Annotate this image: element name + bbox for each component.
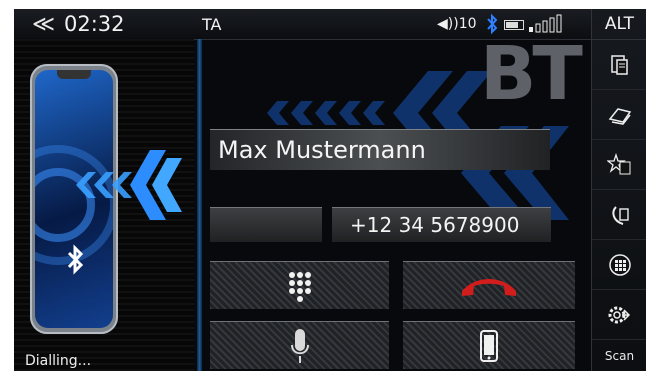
- phone-number: +12 34 5678900: [350, 213, 520, 237]
- traffic-announcement-label: TA: [202, 15, 222, 34]
- settings-icon: [608, 306, 630, 323]
- phone-notch: [57, 70, 91, 79]
- handset-transfer-button[interactable]: [403, 321, 575, 369]
- recent-calls-icon: [611, 205, 629, 225]
- favorites-button[interactable]: [592, 140, 646, 190]
- scan-button[interactable]: Scan: [592, 340, 646, 371]
- keypad-button[interactable]: [210, 261, 389, 309]
- recent-calls-button[interactable]: [592, 190, 646, 240]
- phonebook-button[interactable]: [592, 40, 646, 90]
- battery-icon: [504, 20, 524, 30]
- volume-indicator: ◀))10: [437, 16, 477, 32]
- call-status: Dialling...: [25, 353, 92, 369]
- keypad-side-button[interactable]: [592, 240, 646, 290]
- mobile-phone-icon: [480, 329, 498, 362]
- contact-name-box: Max Mustermann: [210, 129, 550, 170]
- contacts-button[interactable]: [592, 90, 646, 140]
- contacts-book-icon: [608, 107, 631, 125]
- phonebook-icon: [610, 54, 628, 75]
- end-call-icon: [462, 278, 516, 296]
- microphone-button[interactable]: [210, 321, 389, 369]
- right-sidebar: ALT Scan: [591, 9, 646, 371]
- bluetooth-icon: [67, 244, 84, 275]
- connection-arrows: [76, 150, 182, 220]
- call-content: BT Max Mustermann +12 34 5678900 Diallin…: [14, 31, 591, 371]
- number-label-box: [210, 207, 322, 242]
- favorites-icon: [606, 152, 630, 174]
- phone-number-box: +12 34 5678900: [332, 207, 551, 242]
- microphone-icon: [290, 328, 309, 363]
- bluetooth-brand-text: BT: [480, 31, 583, 117]
- blue-divider: [197, 39, 202, 371]
- end-call-button[interactable]: [403, 261, 575, 309]
- settings-button[interactable]: [592, 290, 646, 340]
- contact-name: Max Mustermann: [218, 136, 426, 164]
- back-button[interactable]: ≪: [32, 12, 55, 37]
- keypad-icon: [288, 271, 311, 302]
- phone-call-screen: ≪ 02:32 TA ◀))10 ALT Scan BT Max Musterm…: [14, 9, 646, 371]
- clock: 02:32: [64, 12, 125, 36]
- keypad-grid-icon: [608, 253, 631, 276]
- alt-button[interactable]: ALT: [592, 9, 646, 40]
